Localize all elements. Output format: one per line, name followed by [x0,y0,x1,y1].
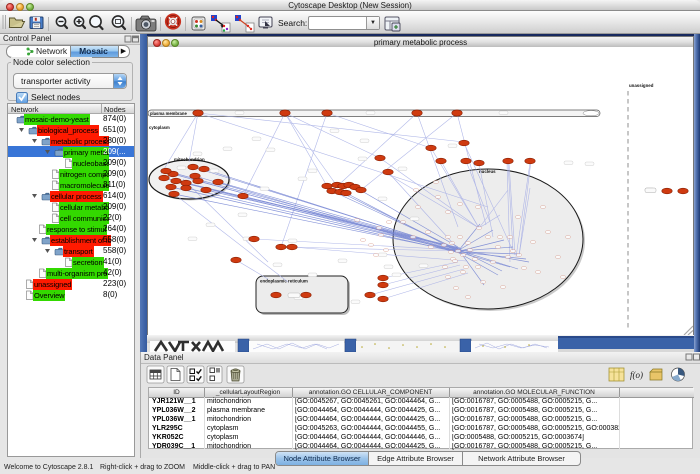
svg-text:cytoplasm: cytoplasm [149,125,170,130]
svg-text:nucleus: nucleus [479,169,496,174]
svg-text:f(o): f(o) [630,370,643,380]
svg-text:plasma membrane: plasma membrane [150,111,187,116]
svg-text:unassigned: unassigned [629,83,654,88]
